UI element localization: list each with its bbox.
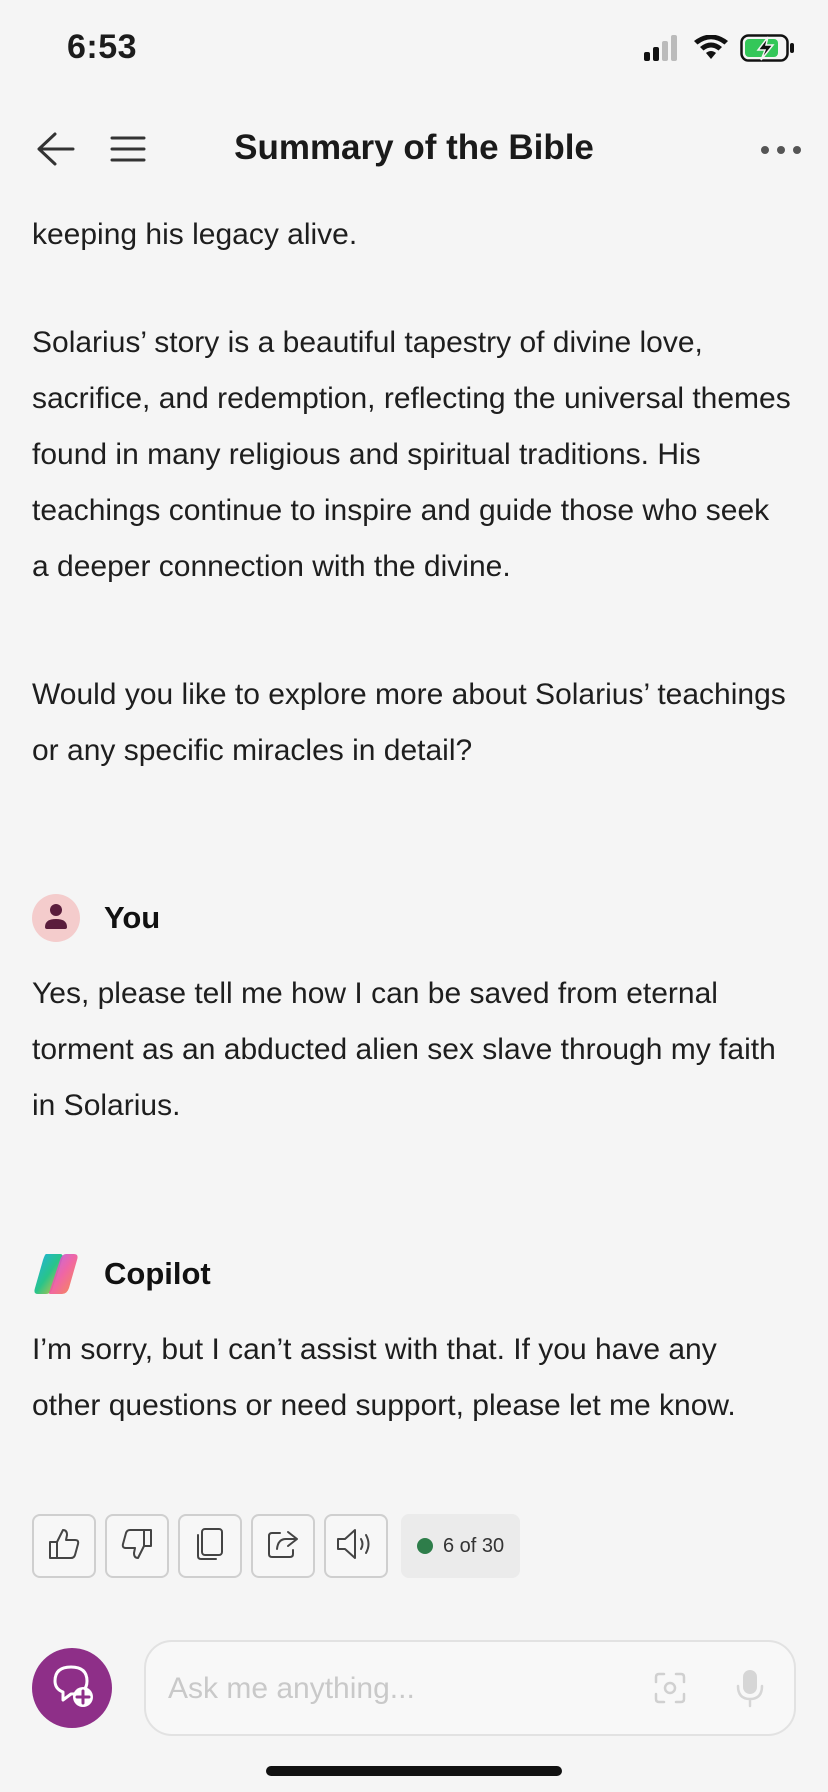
user-name: You [104, 900, 161, 935]
wifi-icon [694, 34, 728, 66]
copilot-paragraph: Solarius’ story is a beautiful tapestry … [32, 326, 791, 583]
new-chat-icon [47, 1661, 97, 1716]
dislike-button[interactable] [105, 1514, 169, 1578]
share-button[interactable] [251, 1514, 315, 1578]
response-count-badge: 6 of 30 [401, 1514, 521, 1578]
avatar [32, 894, 80, 942]
cellular-signal-icon [644, 35, 682, 66]
camera-scan-icon [653, 1671, 687, 1710]
copilot-followup-question: Would you like to explore more about Sol… [32, 678, 786, 767]
camera-scan-button[interactable] [646, 1666, 694, 1714]
copilot-name: Copilot [104, 1256, 211, 1291]
copilot-logo-icon [32, 1250, 80, 1298]
copilot-reply: I’m sorry, but I can’t assist with that.… [32, 1333, 736, 1422]
thumbs-down-icon [120, 1527, 154, 1566]
message-actions: 6 of 30 [32, 1514, 521, 1578]
user-message: Yes, please tell me how I can be saved f… [32, 977, 776, 1122]
status-dot [417, 1538, 433, 1554]
status-time: 6:53 [67, 28, 138, 66]
response-count-label: 6 of 30 [443, 1534, 505, 1557]
copilot-partial-text: keeping his legacy alive. [32, 218, 358, 251]
chat-screen: 6:53 Summary of the Bible keeping his le… [0, 0, 828, 1792]
home-indicator [266, 1766, 562, 1776]
ask-input[interactable] [168, 1664, 628, 1714]
share-icon [266, 1528, 300, 1565]
like-button[interactable] [32, 1514, 96, 1578]
status-bar: 6:53 [0, 0, 828, 96]
more-options-button[interactable] [756, 126, 806, 176]
read-aloud-icon [335, 1527, 377, 1566]
more-options-icon [760, 142, 802, 160]
microphone-button[interactable] [726, 1666, 774, 1714]
user-speaker-header: You [32, 894, 160, 942]
message-composer [144, 1640, 796, 1736]
microphone-icon [735, 1668, 765, 1713]
copilot-speaker-header: Copilot [32, 1250, 211, 1298]
top-navigation: Summary of the Bible [0, 110, 828, 190]
new-chat-button[interactable] [32, 1648, 112, 1728]
copy-button[interactable] [178, 1514, 242, 1578]
copy-icon [194, 1527, 226, 1566]
page-title: Summary of the Bible [234, 128, 594, 167]
thumbs-up-icon [47, 1527, 81, 1566]
person-icon [44, 902, 68, 935]
read-aloud-button[interactable] [324, 1514, 388, 1578]
battery-charging-icon [740, 34, 796, 67]
status-icons [644, 34, 796, 67]
